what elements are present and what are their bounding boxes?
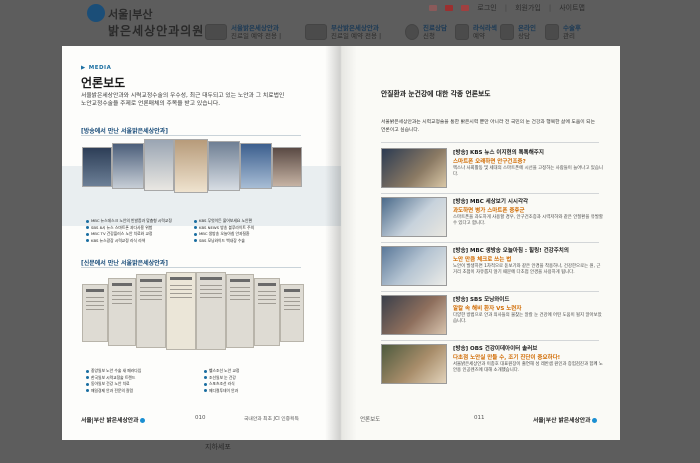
press-description: 서울밝은세상안과 이종호 대표원장이 출연해 성 레반샘 원인과 증험검진과 함… xyxy=(453,362,603,374)
broadcast-collage-image xyxy=(82,139,302,209)
media-tag: ▶ MEDIA xyxy=(81,65,112,71)
phone-icon xyxy=(405,24,419,40)
sitemap-link[interactable]: 사이트맵 xyxy=(559,3,585,13)
section-intro: 서울밝은세상안과는 시력교정술을 통한 밝은시력 뿐만 아니라 전 국민의 눈 … xyxy=(381,120,596,133)
section-title: 안질환과 눈건강에 대한 각종 언론보도 xyxy=(381,90,491,98)
flag-icon[interactable] xyxy=(445,5,454,11)
press-description: 스마트폰을 과도하게 사용할 경우, 안구건조증과 시력저하와 같은 안질환을 … xyxy=(453,215,603,227)
logo-mark[interactable] xyxy=(87,4,105,22)
footer-logo: 서울|부산 밝은세상안과 xyxy=(81,415,146,424)
calendar-icon xyxy=(455,24,469,40)
press-thumbnail xyxy=(381,246,447,286)
nav-aftercare[interactable]: 수술후 관리 xyxy=(545,24,581,40)
footer-note: 국내안과 최초 JCI 인증획득 xyxy=(244,417,299,422)
footer-label: 언론보도 xyxy=(360,417,381,423)
press-item: [방송] MBC 세상보기 시시각각 과도하면 병가 스마트폰 중후군 스마트폰… xyxy=(381,197,603,239)
brochure-spread[interactable]: ▶ MEDIA 언론보도 서울밝은세상안과와 시력교정수술의 우수성, 최근 대두… xyxy=(62,46,620,440)
chat-icon xyxy=(500,24,514,40)
book-gutter xyxy=(325,46,357,440)
press-thumbnail xyxy=(381,295,447,335)
press-channel: [방송] KBS 뉴스 이지현의 톡톡해주지 xyxy=(453,150,544,156)
press-description: 노안이 발생하면 1차적으로 돋보기와 같은 안경을 착용하나, 건강한으로는 … xyxy=(453,264,601,276)
nav-online[interactable]: 온라인 상담 xyxy=(500,24,536,40)
brochure-right-page: 안질환과 눈건강에 대한 각종 언론보도 서울밝은세상안과는 시력교정술을 통한… xyxy=(341,46,620,440)
press-thumbnail xyxy=(381,197,447,237)
broadcast-legend-right: KBS 무엇이든 물어보세요 노안편 KBS NEWS 방송 블루라이트 주의 … xyxy=(194,218,254,244)
newspaper-collage-image xyxy=(82,272,304,364)
nav-reservation[interactable]: 라식라섹 예약 xyxy=(455,24,497,40)
press-item: [방송] OBS 건강이데아이터 솔러브 다초점 노안실 만들 수, 조기 진단… xyxy=(381,344,603,386)
newspaper-legend-left: 중앙일보 노안 수술 새 패러다임 한국일보 시력교정술 트렌드 동아일보 건강… xyxy=(86,368,141,394)
building-icon xyxy=(305,24,327,40)
speech-bubble-icon xyxy=(545,24,559,40)
press-channel: [방송] MBC 생방송 오늘아침 : 힐링! 건강주치의 xyxy=(453,248,569,254)
newspaper-legend-right: 헬스조선 노안 교정 조선일보 눈 건강 스포츠조선 라식 메디컬투데이 안과 xyxy=(204,368,239,394)
press-channel: [방송] OBS 건강이데아이터 솔러브 xyxy=(453,346,538,352)
press-description: 다양한 방법으로 안과 의사들의 물찾는 알칼 눈 건강에 어떤 도움이 될지 … xyxy=(453,313,602,325)
logo-dot-icon xyxy=(140,418,146,423)
nav-seoul-clinic[interactable]: 서울밝은세상안과 진료일 예약 전용 | xyxy=(205,24,281,40)
brochure-left-page: ▶ MEDIA 언론보도 서울밝은세상안과와 시력교정수술의 우수성, 최근 대두… xyxy=(62,46,341,440)
press-thumbnail xyxy=(381,344,447,384)
arrow-right-icon: ▶ xyxy=(81,65,86,71)
broadcast-heading: [방송에서 만난 서울밝은세상안과] xyxy=(81,128,168,135)
press-description: 엑스나 사회활동 및 세대의 스마트폰에 시선을 고정하는 사람들이 늘어나고 … xyxy=(453,166,603,178)
footer-logo: 서울|부산 밝은세상안과 xyxy=(533,415,598,424)
press-item: [방송] KBS 뉴스 이지현의 톡톡해주지 스마트폰 오래하면 안구건조증? … xyxy=(381,148,603,190)
page-intro: 서울밝은세상안과와 시력교정수술의 우수성, 최근 대두되고 있는 노안과 그 … xyxy=(81,93,285,107)
press-channel: [방송] SBS 모닝와이드 xyxy=(453,297,510,303)
logo-text-line1[interactable]: 서울|부산 xyxy=(108,6,153,22)
press-headline: 노안 만큼 체크로 쓰는 법 xyxy=(453,257,512,263)
press-channel: [방송] MBC 세상보기 시시각각 xyxy=(453,199,529,205)
nav-busan-clinic[interactable]: 부산밝은세상안과 진료일 예약 전용 | xyxy=(305,24,381,40)
building-icon xyxy=(205,24,227,40)
join-link[interactable]: 회원가입 xyxy=(515,3,541,13)
page-number: 010 xyxy=(195,415,206,421)
nav-consult[interactable]: 진료상담 신청 xyxy=(405,24,447,40)
broadcast-legend-left: MBC 뉴스데스크 노안의 빈발증과 맞춤형 시력교정 SBS 8시 뉴스 스마… xyxy=(86,218,172,244)
flag-icon[interactable] xyxy=(429,5,438,11)
page-number: 011 xyxy=(474,415,485,421)
page-title: 언론보도 xyxy=(81,76,126,90)
press-headline: 알칼 속 해비 환자 VS 노련자 xyxy=(453,306,522,312)
press-headline: 다초점 노안실 만들 수, 조기 진단이 중요하다! xyxy=(453,355,561,361)
login-link[interactable]: 로그인 xyxy=(477,3,496,13)
site-header: 서울|부산 밝은세상안과의원 로그인 | 회원가입 | 사이트맵 서울밝은세상안… xyxy=(0,0,700,46)
press-headline: 과도하면 병가 스마트폰 중후군 xyxy=(453,208,525,214)
top-utility-links: 로그인 | 회원가입 | 사이트맵 xyxy=(429,3,585,13)
logo-dot-icon xyxy=(592,418,598,423)
press-thumbnail xyxy=(381,148,447,188)
press-item: [방송] MBC 생방송 오늘아침 : 힐링! 건강주치의 노안 만큼 체크로 … xyxy=(381,246,600,288)
newspaper-heading: [신문에서 만난 서울밝은세상안과] xyxy=(81,260,168,267)
logo-text-line2[interactable]: 밝은세상안과의원 xyxy=(108,22,204,39)
flag-icon[interactable] xyxy=(461,5,470,11)
site-footer-text: 지하세포 xyxy=(205,443,231,451)
press-headline: 스마트폰 오래하면 안구건조증? xyxy=(453,159,526,165)
press-item: [방송] SBS 모닝와이드 알칼 속 해비 환자 VS 노련자 다양한 방법으… xyxy=(381,295,602,337)
